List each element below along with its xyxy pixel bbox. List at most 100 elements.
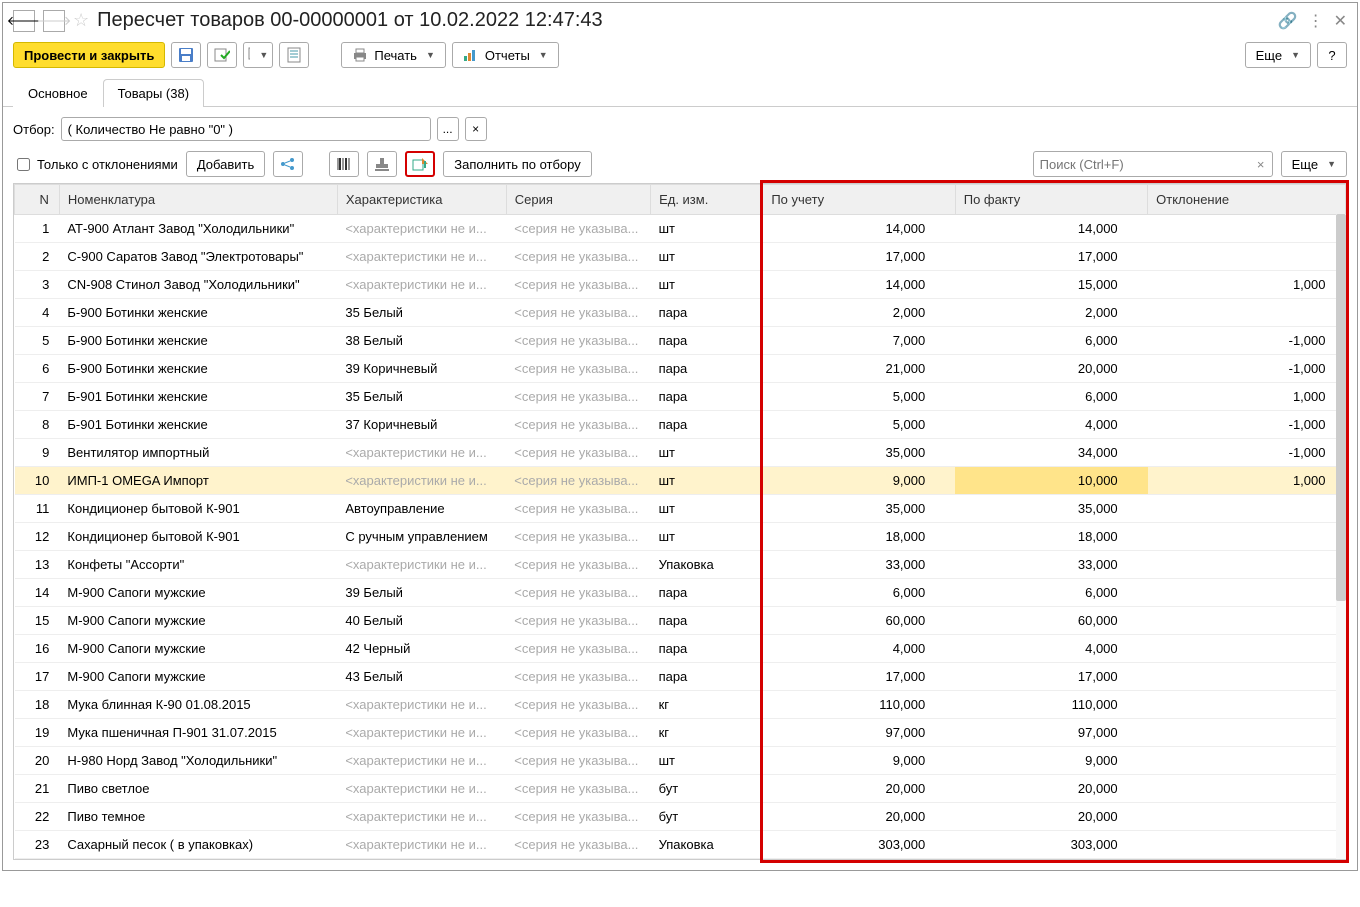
scrollbar-thumb[interactable] xyxy=(1336,214,1346,601)
table-cell[interactable]: 14,000 xyxy=(955,215,1147,243)
filter-ellipsis-button[interactable]: ... xyxy=(437,117,459,141)
table-cell[interactable]: 20,000 xyxy=(955,775,1147,803)
tab-goods[interactable]: Товары (38) xyxy=(103,79,204,107)
table-row[interactable]: 5Б-900 Ботинки женские38 Белый<серия не … xyxy=(15,327,1346,355)
table-cell[interactable]: 39 Коричневый xyxy=(337,355,506,383)
table-cell[interactable]: 21 xyxy=(15,775,60,803)
table-cell[interactable]: 6,000 xyxy=(955,579,1147,607)
table-cell[interactable]: 35,000 xyxy=(763,495,955,523)
table-cell[interactable]: 3 xyxy=(15,271,60,299)
table-cell[interactable]: 17,000 xyxy=(955,243,1147,271)
table-cell[interactable]: <серия не указыва... xyxy=(506,355,650,383)
table-cell[interactable]: 20,000 xyxy=(763,803,955,831)
table-cell[interactable]: 34,000 xyxy=(955,439,1147,467)
table-cell[interactable]: 18,000 xyxy=(955,523,1147,551)
table-cell[interactable]: пара xyxy=(651,663,763,691)
col-header-ser[interactable]: Серия xyxy=(506,185,650,215)
table-row[interactable]: 16М-900 Сапоги мужские42 Черный<серия не… xyxy=(15,635,1346,663)
table-cell[interactable]: Пиво темное xyxy=(59,803,337,831)
table-cell[interactable]: 110,000 xyxy=(763,691,955,719)
table-cell[interactable]: 4 xyxy=(15,299,60,327)
table-cell[interactable]: <серия не указыва... xyxy=(506,747,650,775)
table-cell[interactable]: <серия не указыва... xyxy=(506,579,650,607)
table-cell[interactable]: 1,000 xyxy=(1148,467,1346,495)
table-row[interactable]: 18Мука блинная К-90 01.08.2015<характери… xyxy=(15,691,1346,719)
table-cell[interactable]: 19 xyxy=(15,719,60,747)
table-cell[interactable]: <серия не указыва... xyxy=(506,327,650,355)
table-cell[interactable]: -1,000 xyxy=(1148,327,1346,355)
table-cell[interactable]: Мука блинная К-90 01.08.2015 xyxy=(59,691,337,719)
more-button[interactable]: Еще ▼ xyxy=(1245,42,1311,68)
import-button[interactable] xyxy=(405,151,435,177)
search-box[interactable]: × xyxy=(1033,151,1273,177)
table-cell[interactable]: Б-900 Ботинки женские xyxy=(59,327,337,355)
table-cell[interactable]: АТ-900 Атлант Завод "Холодильники" xyxy=(59,215,337,243)
table-cell[interactable]: Сахарный песок ( в упаковках) xyxy=(59,831,337,859)
table-cell[interactable]: 21,000 xyxy=(763,355,955,383)
table-cell[interactable]: Конфеты "Ассорти" xyxy=(59,551,337,579)
table-cell[interactable]: кг xyxy=(651,719,763,747)
table-cell[interactable]: 20,000 xyxy=(763,775,955,803)
table-cell[interactable]: 4,000 xyxy=(955,411,1147,439)
table-row[interactable]: 10ИМП-1 OMEGA Импорт<характеристики не и… xyxy=(15,467,1346,495)
table-cell[interactable]: 9,000 xyxy=(955,747,1147,775)
table-cell[interactable]: Упаковка xyxy=(651,551,763,579)
table-cell[interactable]: 16 xyxy=(15,635,60,663)
table-cell[interactable]: <серия не указыва... xyxy=(506,467,650,495)
table-cell[interactable]: Б-900 Ботинки женские xyxy=(59,355,337,383)
table-cell[interactable]: шт xyxy=(651,495,763,523)
table-cell[interactable]: пара xyxy=(651,607,763,635)
table-more-button[interactable]: Еще ▼ xyxy=(1281,151,1347,177)
table-cell[interactable]: 39 Белый xyxy=(337,579,506,607)
table-cell[interactable]: <серия не указыва... xyxy=(506,243,650,271)
table-cell[interactable]: 14 xyxy=(15,579,60,607)
link-icon[interactable]: 🔗 xyxy=(1278,11,1298,31)
table-cell[interactable]: 14,000 xyxy=(763,271,955,299)
table-cell[interactable]: 2,000 xyxy=(763,299,955,327)
table-cell[interactable]: 1,000 xyxy=(1148,271,1346,299)
table-cell[interactable]: <серия не указыва... xyxy=(506,215,650,243)
table-cell[interactable]: 35 Белый xyxy=(337,299,506,327)
table-cell[interactable]: <серия не указыва... xyxy=(506,635,650,663)
table-cell[interactable] xyxy=(1148,719,1346,747)
col-header-fact[interactable]: По факту xyxy=(955,185,1147,215)
table-cell[interactable]: 15 xyxy=(15,607,60,635)
table-cell[interactable]: 17,000 xyxy=(763,663,955,691)
table-cell[interactable] xyxy=(1148,243,1346,271)
table-cell[interactable]: 10,000 xyxy=(955,467,1147,495)
vertical-scrollbar[interactable] xyxy=(1336,214,1346,859)
table-cell[interactable]: 13 xyxy=(15,551,60,579)
table-cell[interactable]: Кондиционер бытовой К-901 xyxy=(59,495,337,523)
table-cell[interactable]: <серия не указыва... xyxy=(506,831,650,859)
table-cell[interactable]: Б-901 Ботинки женские xyxy=(59,411,337,439)
table-cell[interactable]: 17 xyxy=(15,663,60,691)
table-cell[interactable]: пара xyxy=(651,327,763,355)
registers-button[interactable] xyxy=(279,42,309,68)
table-cell[interactable]: <характеристики не и... xyxy=(337,831,506,859)
table-cell[interactable]: 35 Белый xyxy=(337,383,506,411)
table-cell[interactable]: <серия не указыва... xyxy=(506,775,650,803)
table-cell[interactable]: 33,000 xyxy=(763,551,955,579)
table-cell[interactable]: <характеристики не и... xyxy=(337,551,506,579)
col-header-dev[interactable]: Отклонение xyxy=(1148,185,1346,215)
table-cell[interactable]: 18 xyxy=(15,691,60,719)
close-icon[interactable]: ✕ xyxy=(1334,11,1347,31)
table-cell[interactable]: пара xyxy=(651,383,763,411)
table-cell[interactable]: 303,000 xyxy=(955,831,1147,859)
table-cell[interactable]: М-900 Сапоги мужские xyxy=(59,663,337,691)
table-cell[interactable]: Б-900 Ботинки женские xyxy=(59,299,337,327)
table-cell[interactable]: шт xyxy=(651,271,763,299)
table-cell[interactable]: 5 xyxy=(15,327,60,355)
table-cell[interactable]: 18,000 xyxy=(763,523,955,551)
col-header-acct[interactable]: По учету xyxy=(763,185,955,215)
post-button[interactable] xyxy=(207,42,237,68)
table-row[interactable]: 15М-900 Сапоги мужские40 Белый<серия не … xyxy=(15,607,1346,635)
table-cell[interactable]: Б-901 Ботинки женские xyxy=(59,383,337,411)
table-cell[interactable]: 2 xyxy=(15,243,60,271)
table-cell[interactable]: Автоуправление xyxy=(337,495,506,523)
table-cell[interactable]: С-900 Саратов Завод "Электротовары" xyxy=(59,243,337,271)
table-cell[interactable]: CN-908 Стинол Завод "Холодильники" xyxy=(59,271,337,299)
table-cell[interactable]: 1,000 xyxy=(1148,383,1346,411)
table-row[interactable]: 17М-900 Сапоги мужские43 Белый<серия не … xyxy=(15,663,1346,691)
table-row[interactable]: 7Б-901 Ботинки женские35 Белый<серия не … xyxy=(15,383,1346,411)
